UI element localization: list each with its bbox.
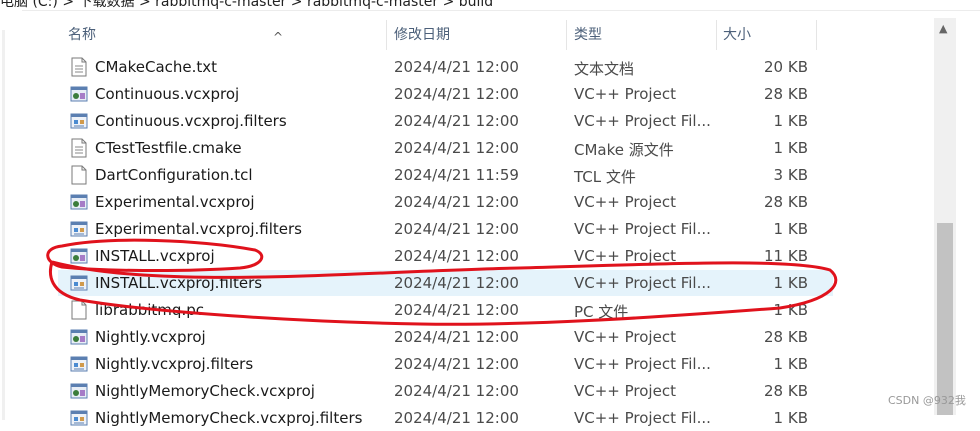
file-type: VC++ Project Fil... [574, 409, 711, 427]
file-name: Continuous.vcxproj.filters [95, 112, 287, 130]
file-row[interactable]: NightlyMemoryCheck.vcxproj 2024/4/21 12:0… [58, 378, 833, 404]
file-row[interactable]: librabbitmq.pc 2024/4/21 12:00 PC 文件 1 KB [58, 297, 833, 323]
file-type: VC++ Project Fil... [574, 355, 711, 373]
column-divider[interactable] [386, 20, 387, 50]
file-size: 11 KB [764, 247, 808, 265]
modified-date: 2024/4/21 12:00 [394, 58, 519, 76]
file-size: 1 KB [773, 220, 808, 238]
watermark: CSDN @932我 [888, 394, 966, 407]
file-name: CMakeCache.txt [95, 58, 218, 76]
modified-date: 2024/4/21 12:00 [394, 409, 519, 427]
file-type: 文本文档 [574, 60, 635, 78]
file-row[interactable]: INSTALL.vcxproj 2024/4/21 12:00 VC++ Proje… [58, 243, 833, 269]
file-type: TCL 文件 [574, 168, 636, 186]
modified-date: 2024/4/21 12:00 [394, 355, 519, 373]
file-type: VC++ Project Fil... [574, 220, 711, 238]
modified-date: 2024/4/21 12:00 [394, 274, 519, 292]
modified-date: 2024/4/21 12:00 [394, 220, 519, 238]
column-header-size[interactable]: 大小 [723, 25, 751, 49]
column-divider[interactable] [566, 20, 567, 50]
breadcrumb-bar: 电脑 (C:) > 下载数据 > rabbitmq-c-master > rab… [0, 0, 980, 11]
file-size: 1 KB [773, 112, 808, 130]
modified-date: 2024/4/21 12:00 [394, 193, 519, 211]
column-header-type[interactable]: 类型 [574, 25, 602, 49]
file-size: 1 KB [773, 139, 808, 157]
file-row[interactable]: CMakeCache.txt 2024/4/21 12:00 文本文档 20 KB [58, 54, 833, 80]
file-row[interactable]: Continuous.vcxproj.filters 2024/4/21 12:0… [58, 108, 833, 134]
breadcrumb[interactable]: 电脑 (C:) > 下载数据 > rabbitmq-c-master > rab… [0, 0, 493, 10]
file-name: NightlyMemoryCheck.vcxproj.filters [95, 409, 363, 427]
modified-date: 2024/4/21 12:00 [394, 247, 519, 265]
file-type: VC++ Project [574, 328, 676, 346]
file-size: 1 KB [773, 274, 808, 292]
scrollbar-thumb[interactable] [937, 223, 953, 415]
file-row[interactable]: INSTALL.vcxproj.filters 2024/4/21 12:00 VC… [58, 270, 833, 296]
navigation-pane-scrollbar[interactable] [2, 30, 5, 420]
file-name: librabbitmq.pc [95, 301, 204, 319]
file-name: Nightly.vcxproj.filters [95, 355, 254, 373]
modified-date: 2024/4/21 12:00 [394, 85, 519, 103]
file-name: Experimental.vcxproj [95, 193, 255, 211]
file-name: Nightly.vcxproj [95, 328, 206, 346]
file-row[interactable]: Experimental.vcxproj.filters 2024/4/21 12… [58, 216, 833, 242]
file-type: VC++ Project [574, 382, 676, 400]
file-type: VC++ Project [574, 247, 676, 265]
column-header-date[interactable]: 修改日期 [394, 25, 450, 49]
file-size: 20 KB [764, 58, 808, 76]
file-type: VC++ Project [574, 193, 676, 211]
file-row[interactable]: Continuous.vcxproj 2024/4/21 12:00 VC++ Pr… [58, 81, 833, 107]
file-size: 28 KB [764, 382, 808, 400]
scroll-up-arrow-icon[interactable]: ▲ [939, 22, 947, 35]
file-row[interactable]: Nightly.vcxproj 2024/4/21 12:00 VC++ Proje… [58, 324, 833, 350]
file-row[interactable]: DartConfiguration.tcl 2024/4/21 11:59 TCL … [58, 162, 833, 188]
column-divider[interactable] [816, 20, 817, 50]
file-type: VC++ Project Fil... [574, 274, 711, 292]
modified-date: 2024/4/21 12:00 [394, 139, 519, 157]
file-name: CTestTestfile.cmake [95, 139, 242, 157]
file-size: 1 KB [773, 355, 808, 373]
column-divider[interactable] [716, 20, 717, 50]
modified-date: 2024/4/21 12:00 [394, 112, 519, 130]
file-size: 28 KB [764, 85, 808, 103]
file-type: VC++ Project Fil... [574, 112, 711, 130]
file-name: INSTALL.vcxproj [95, 247, 215, 265]
file-size: 1 KB [773, 409, 808, 427]
file-name: Continuous.vcxproj [95, 85, 240, 103]
file-row[interactable]: NightlyMemoryCheck.vcxproj.filters 2024/4… [58, 405, 833, 431]
vertical-scrollbar[interactable]: ▲ [934, 18, 956, 415]
file-row[interactable]: CTestTestfile.cmake 2024/4/21 12:00 CMake … [58, 135, 833, 161]
modified-date: 2024/4/21 12:00 [394, 328, 519, 346]
file-size: 28 KB [764, 193, 808, 211]
file-name: Experimental.vcxproj.filters [95, 220, 302, 238]
sort-ascending-icon: ^ [273, 30, 284, 44]
file-name: NightlyMemoryCheck.vcxproj [95, 382, 315, 400]
modified-date: 2024/4/21 11:59 [394, 166, 519, 184]
file-size: 1 KB [773, 301, 808, 319]
file-size: 28 KB [764, 328, 808, 346]
file-type: CMake 源文件 [574, 141, 674, 159]
modified-date: 2024/4/21 12:00 [394, 382, 519, 400]
column-header-name[interactable]: 名称 [68, 25, 96, 49]
file-size: 3 KB [773, 166, 808, 184]
file-row[interactable]: Nightly.vcxproj.filters 2024/4/21 12:00 VC… [58, 351, 833, 377]
file-name: INSTALL.vcxproj.filters [95, 274, 263, 292]
navigation-pane-edge [0, 10, 22, 420]
file-name: DartConfiguration.tcl [95, 166, 253, 184]
modified-date: 2024/4/21 12:00 [394, 301, 519, 319]
file-row[interactable]: Experimental.vcxproj 2024/4/21 12:00 VC++ … [58, 189, 833, 215]
file-type: VC++ Project [574, 85, 676, 103]
file-type: PC 文件 [574, 303, 629, 321]
